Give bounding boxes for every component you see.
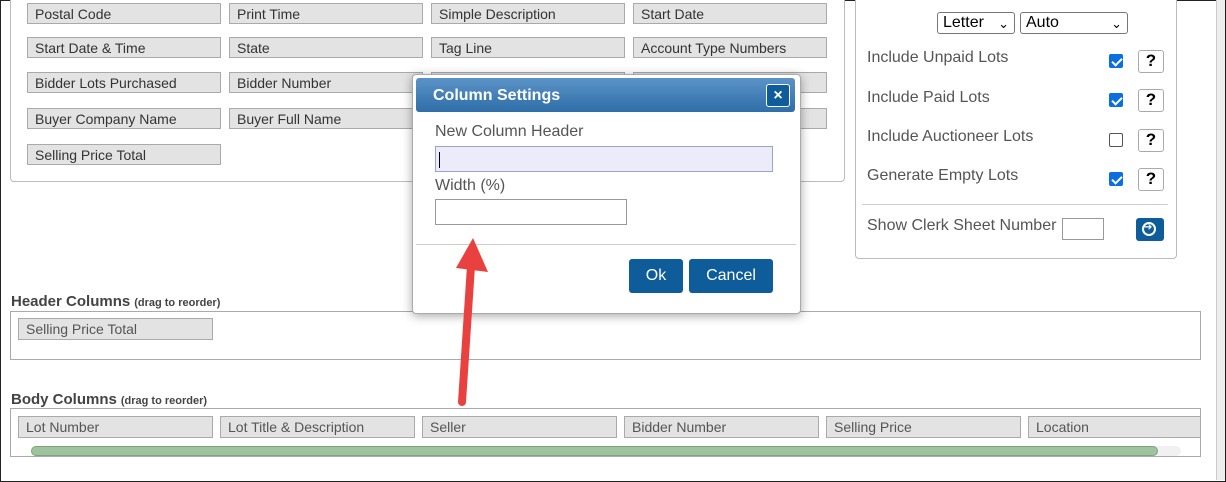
- field-tag-line[interactable]: Tag Line: [431, 37, 625, 58]
- body-column-chip[interactable]: Seller: [422, 416, 617, 438]
- body-column-chip[interactable]: Selling Price: [826, 416, 1021, 438]
- annotation-arrow: [456, 238, 488, 406]
- close-icon: ×: [773, 87, 783, 104]
- cancel-button[interactable]: Cancel: [689, 259, 773, 293]
- help-button[interactable]: ?: [1138, 168, 1164, 191]
- width-input[interactable]: [435, 199, 627, 225]
- vertical-scrollbar[interactable]: [1216, 0, 1225, 480]
- field-account-type-numbers[interactable]: Account Type Numbers: [633, 37, 827, 58]
- header-column-chip[interactable]: Selling Price Total: [18, 318, 213, 340]
- new-column-header-input[interactable]: [435, 146, 773, 172]
- body-columns-heading: Body Columns: [11, 391, 117, 408]
- header-columns-title: Header Columns (drag to reorder): [11, 293, 220, 310]
- body-columns-dropzone[interactable]: Lot Number Lot Title & Description Selle…: [10, 408, 1201, 457]
- orientation-select[interactable]: Auto ⌄: [1020, 12, 1128, 34]
- header-columns-hint: (drag to reorder): [134, 297, 221, 309]
- arrow-right-circle-icon: [1142, 221, 1156, 236]
- body-column-chip[interactable]: Bidder Number: [624, 416, 819, 438]
- chevron-down-icon: ⌄: [998, 16, 1009, 31]
- field-bidder-number[interactable]: Bidder Number: [229, 72, 423, 93]
- report-options-panel: Letter ⌄ Auto ⌄ Include Unpaid Lots ? In…: [855, 0, 1177, 259]
- ok-button[interactable]: Ok: [629, 259, 683, 293]
- header-columns-dropzone[interactable]: Selling Price Total: [10, 311, 1201, 360]
- field-state[interactable]: State: [229, 37, 423, 58]
- body-columns-title: Body Columns (drag to reorder): [11, 391, 207, 408]
- close-button[interactable]: ×: [766, 84, 790, 107]
- help-button[interactable]: ?: [1138, 129, 1164, 152]
- width-label: Width (%): [435, 177, 506, 194]
- generate-empty-lots-checkbox[interactable]: [1109, 172, 1123, 186]
- field-selling-price-total[interactable]: Selling Price Total: [27, 144, 221, 165]
- clerk-sheet-go-button[interactable]: [1136, 218, 1164, 241]
- dialog-title: Column Settings: [433, 87, 561, 104]
- field-start-date[interactable]: Start Date: [633, 3, 827, 24]
- field-buyer-full-name[interactable]: Buyer Full Name: [229, 108, 423, 129]
- horizontal-scrollbar-thumb[interactable]: [31, 446, 1158, 456]
- body-column-chip[interactable]: Lot Title & Description: [220, 416, 415, 438]
- body-column-chip[interactable]: Location: [1028, 416, 1200, 438]
- orientation-value: Auto: [1026, 14, 1059, 31]
- help-button[interactable]: ?: [1138, 89, 1164, 112]
- body-columns-hint: (drag to reorder): [120, 395, 208, 407]
- field-start-date-time[interactable]: Start Date & Time: [27, 37, 221, 58]
- field-print-time[interactable]: Print Time: [229, 3, 423, 24]
- options-divider: [862, 204, 1168, 205]
- body-column-chip[interactable]: Lot Number: [18, 416, 213, 438]
- include-paid-lots-label: Include Paid Lots: [867, 89, 990, 106]
- clerk-sheet-label: Show Clerk Sheet Number: [867, 217, 1057, 234]
- help-button[interactable]: ?: [1138, 50, 1164, 73]
- include-paid-lots-checkbox[interactable]: [1109, 93, 1123, 107]
- header-columns-heading: Header Columns: [11, 293, 131, 310]
- include-unpaid-lots-label: Include Unpaid Lots: [867, 49, 1009, 66]
- horizontal-scrollbar[interactable]: [31, 446, 1181, 456]
- field-postal-code[interactable]: Postal Code: [27, 3, 221, 24]
- field-bidder-lots-purchased[interactable]: Bidder Lots Purchased: [27, 72, 221, 93]
- paper-size-value: Letter: [943, 14, 984, 31]
- chevron-down-icon: ⌄: [1111, 16, 1122, 31]
- include-auctioneer-lots-checkbox[interactable]: [1109, 133, 1123, 147]
- field-buyer-company-name[interactable]: Buyer Company Name: [27, 108, 221, 129]
- paper-size-select[interactable]: Letter ⌄: [937, 12, 1015, 34]
- include-auctioneer-lots-label: Include Auctioneer Lots: [867, 128, 1034, 145]
- generate-empty-lots-label: Generate Empty Lots: [867, 167, 1019, 184]
- clerk-sheet-number-input[interactable]: [1062, 218, 1104, 240]
- text-caret: [439, 152, 440, 168]
- dialog-header[interactable]: Column Settings ×: [416, 78, 795, 112]
- new-column-header-label: New Column Header: [435, 123, 584, 140]
- field-simple-description[interactable]: Simple Description: [431, 3, 625, 24]
- include-unpaid-lots-checkbox[interactable]: [1109, 54, 1123, 68]
